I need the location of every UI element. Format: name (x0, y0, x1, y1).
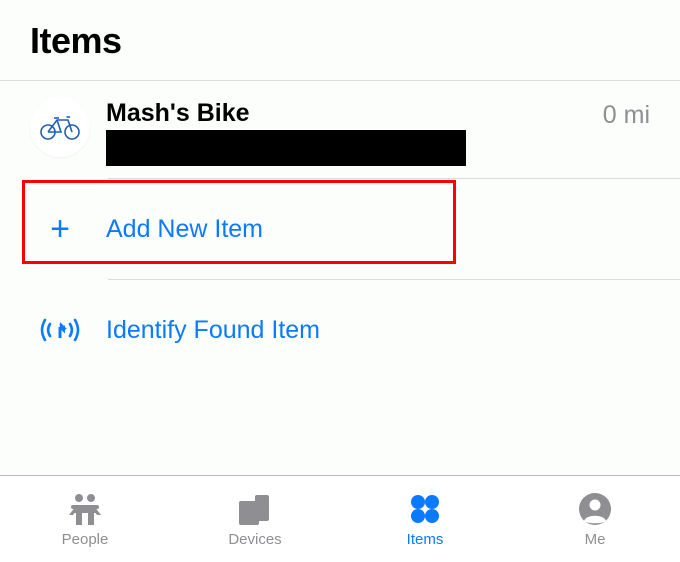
item-distance: 0 mi (603, 95, 650, 130)
tab-people-label: People (62, 531, 109, 548)
identify-found-item-label: Identify Found Item (106, 316, 320, 345)
devices-icon (237, 491, 273, 527)
plus-icon: + (30, 205, 90, 253)
bicycle-icon (40, 114, 80, 140)
add-new-item-label: Add New Item (106, 215, 263, 244)
tab-devices[interactable]: Devices (170, 491, 340, 548)
header: Items (0, 0, 680, 80)
item-icon-circle (30, 97, 90, 157)
me-icon (578, 491, 612, 527)
tab-me-label: Me (585, 531, 606, 548)
tab-bar: People Devices Items (0, 475, 680, 562)
tab-devices-label: Devices (228, 531, 281, 548)
people-icon (65, 491, 105, 527)
page-title: Items (30, 20, 650, 62)
item-title: Mash's Bike (106, 99, 603, 128)
tab-items[interactable]: Items (340, 491, 510, 548)
identify-found-item[interactable]: Identify Found Item (0, 280, 680, 380)
item-text: Mash's Bike (106, 95, 603, 166)
add-new-item[interactable]: + Add New Item (0, 179, 680, 279)
tab-people[interactable]: People (0, 491, 170, 548)
items-icon (408, 491, 442, 527)
tab-items-label: Items (407, 531, 444, 548)
radar-icon (30, 306, 90, 354)
items-list: Mash's Bike 0 mi + Add New Item (0, 81, 680, 380)
item-subtitle-redacted (106, 130, 466, 166)
item-row[interactable]: Mash's Bike 0 mi (0, 81, 680, 178)
tab-me[interactable]: Me (510, 491, 680, 548)
